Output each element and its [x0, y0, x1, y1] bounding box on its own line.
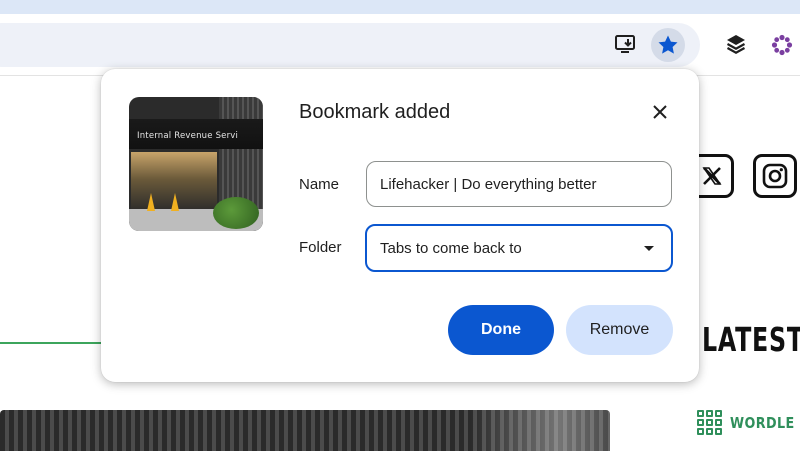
star-icon	[658, 35, 678, 54]
section-divider	[0, 342, 110, 344]
folder-selected-value: Tabs to come back to	[380, 239, 522, 257]
dropdown-caret-icon	[644, 245, 654, 251]
bookmark-star-button[interactable]	[651, 28, 685, 62]
remove-button[interactable]: Remove	[566, 305, 673, 355]
done-button[interactable]: Done	[448, 305, 554, 355]
address-bar[interactable]	[0, 23, 700, 67]
wordle-grid-icon	[697, 410, 722, 435]
browser-toolbar	[0, 14, 800, 76]
thumbnail-sign-text: Internal Revenue Servi	[137, 131, 239, 141]
close-icon	[653, 105, 667, 119]
instagram-icon[interactable]	[753, 154, 797, 198]
wordle-link[interactable]: WORDLE	[697, 410, 800, 435]
folder-select[interactable]: Tabs to come back to	[365, 224, 673, 272]
wordle-label: WORDLE	[730, 413, 795, 432]
layers-extension-icon[interactable]	[722, 30, 750, 58]
name-input[interactable]	[366, 161, 672, 207]
dialog-title: Bookmark added	[299, 101, 451, 123]
page-thumbnail: Internal Revenue Servi	[129, 97, 263, 231]
tab-strip	[0, 0, 800, 14]
install-app-icon[interactable]	[610, 28, 642, 60]
latest-heading: LATEST	[702, 320, 800, 359]
name-label: Name	[299, 176, 340, 193]
bookmark-dialog: Internal Revenue Servi Bookmark added Na…	[101, 69, 699, 382]
flower-extension-icon[interactable]	[767, 30, 797, 60]
hero-image[interactable]	[0, 410, 610, 451]
close-button[interactable]	[647, 99, 673, 125]
folder-label: Folder	[299, 239, 342, 256]
